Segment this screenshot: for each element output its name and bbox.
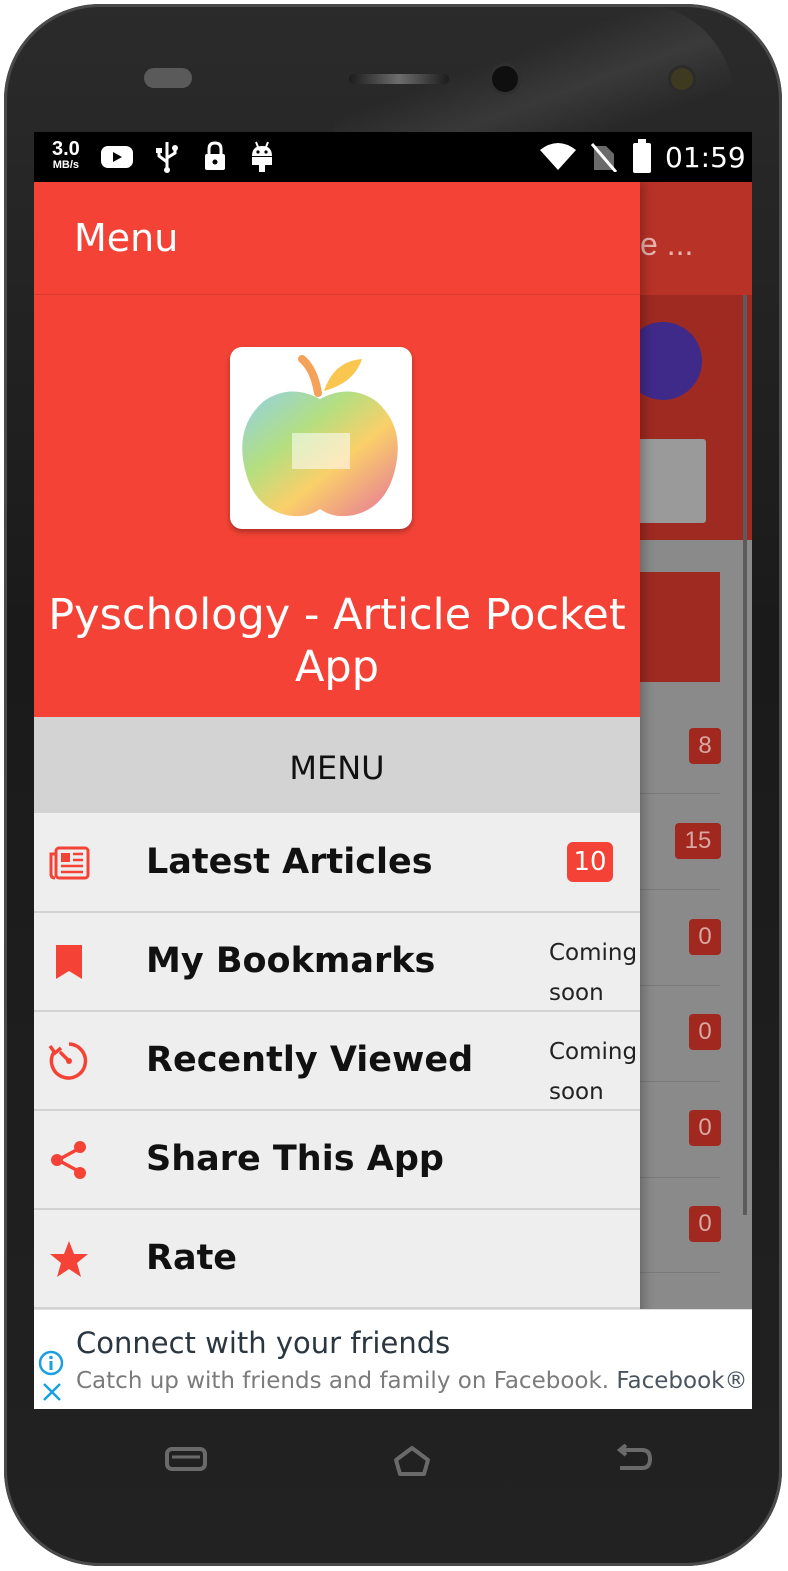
- coming-soon-line: Coming: [549, 940, 638, 966]
- background-badge: 8: [689, 728, 721, 764]
- front-camera: [492, 66, 518, 92]
- ad-body-text: Catch up with friends and family on Face…: [76, 1368, 610, 1394]
- network-speed-value: 3.0: [52, 138, 80, 160]
- background-divider: [640, 889, 720, 890]
- background-badge: 0: [689, 1014, 721, 1050]
- no-sim-icon: [590, 143, 618, 172]
- background-divider: [640, 793, 720, 794]
- star-icon: [50, 1241, 88, 1277]
- ad-banner[interactable]: Connect with your friends Catch up with …: [34, 1309, 752, 1409]
- close-icon[interactable]: [40, 1380, 64, 1404]
- speaker-slot: [349, 74, 449, 84]
- earpiece: [144, 68, 192, 88]
- background-button: [634, 439, 706, 523]
- ad-body: Catch up with friends and family on Face…: [76, 1368, 747, 1394]
- coming-soon-line: soon: [549, 1079, 604, 1105]
- background-badge: 0: [689, 1206, 721, 1242]
- home-key-icon[interactable]: [390, 1442, 434, 1478]
- coming-soon-line: soon: [549, 980, 604, 1006]
- share-icon: [51, 1141, 86, 1179]
- menu-item-label: My Bookmarks: [146, 941, 436, 981]
- apple-logo-icon: [242, 355, 398, 517]
- background-scrollbar: [743, 295, 747, 1215]
- menu-item-my-bookmarks[interactable]: My Bookmarks Coming soon: [34, 913, 640, 1012]
- background-badge: 0: [689, 919, 721, 955]
- bookmark-icon: [56, 945, 82, 979]
- coming-soon-note: Coming soon: [549, 933, 637, 1013]
- screen: 3.0 MB/s 01:59 e ... 8 15 0 0 0 0 Menu P…: [34, 132, 752, 1409]
- recent-apps-key-icon[interactable]: [164, 1444, 208, 1474]
- drawer-title: Menu: [74, 216, 179, 260]
- info-icon[interactable]: [38, 1350, 64, 1376]
- background-badge: 0: [689, 1110, 721, 1146]
- coming-soon-line: Coming: [549, 1039, 638, 1065]
- newspaper-icon: [49, 846, 90, 880]
- drawer-toolbar: Menu: [34, 182, 640, 295]
- background-divider: [640, 1272, 720, 1273]
- app-logo: [230, 347, 412, 529]
- count-badge: 10: [567, 842, 613, 882]
- menu-item-recently-viewed[interactable]: Recently Viewed Coming soon: [34, 1012, 640, 1111]
- menu-section-header: MENU: [34, 717, 640, 813]
- usb-icon: [156, 142, 178, 173]
- clock: 01:59: [665, 141, 746, 174]
- network-speed-unit: MB/s: [52, 159, 80, 171]
- status-bar: 3.0 MB/s 01:59: [34, 132, 752, 182]
- menu-item-label: Share This App: [146, 1139, 444, 1179]
- battery-icon: [633, 139, 651, 173]
- background-divider: [640, 1177, 720, 1178]
- android-icon: [252, 141, 272, 172]
- history-icon: [48, 1042, 88, 1080]
- back-key-icon[interactable]: [612, 1444, 656, 1476]
- navigation-drawer: Menu Pyschology - Article Pocket App MEN…: [34, 182, 640, 1409]
- youtube-icon: [101, 146, 133, 168]
- menu-item-label: Rate: [146, 1238, 238, 1278]
- network-speed: 3.0 MB/s: [52, 139, 80, 171]
- menu-item-rate[interactable]: Rate: [34, 1210, 640, 1309]
- menu-item-latest-articles[interactable]: Latest Articles 10: [34, 814, 640, 913]
- coming-soon-note: Coming soon: [549, 1032, 637, 1112]
- menu-item-label: Recently Viewed: [146, 1040, 474, 1080]
- menu-item-share-this-app[interactable]: Share This App: [34, 1111, 640, 1210]
- drawer-header: Pyschology - Article Pocket App: [34, 295, 640, 717]
- background-card: [640, 572, 720, 682]
- menu-section-label: MENU: [289, 749, 385, 787]
- ad-headline[interactable]: Connect with your friends: [76, 1326, 450, 1360]
- menu-item-label: Latest Articles: [146, 842, 433, 882]
- wifi-icon: [540, 143, 576, 170]
- background-title: e ...: [640, 226, 694, 262]
- proximity-sensor: [671, 68, 693, 90]
- background-divider: [640, 1081, 720, 1082]
- background-divider: [640, 985, 720, 986]
- background-badge: 15: [675, 823, 721, 859]
- app-name: Pyschology - Article Pocket App: [48, 590, 626, 692]
- lock-icon: [205, 141, 225, 170]
- ad-brand: Facebook®: [616, 1368, 748, 1394]
